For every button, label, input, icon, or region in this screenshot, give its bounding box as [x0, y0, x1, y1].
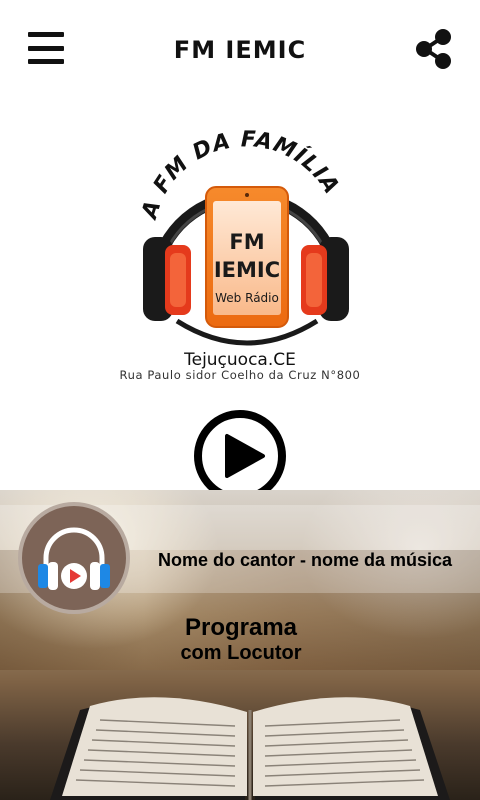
logo-address: Rua Paulo sidor Coelho da Cruz N°800: [119, 368, 361, 382]
app-title: FM IEMIC: [173, 36, 307, 64]
station-logo: A FM DA FAMÍLIA FM IEMIC Web Rádio: [137, 127, 349, 346]
program-info: Programa com Locutor: [130, 615, 352, 665]
headphones-icon: [38, 527, 110, 590]
app-screen: FM IEMIC A FM DA FAMÍLIA FM IEMIC Web Rá…: [0, 0, 480, 800]
share-button[interactable]: [414, 28, 454, 70]
logo-city: Tejuçuoca.CE: [184, 350, 296, 370]
now-playing-song: Nome do cantor - nome da música: [158, 550, 453, 570]
logo-name-line1: FM: [229, 230, 264, 254]
play-button[interactable]: [193, 409, 287, 503]
open-bible-image: [50, 697, 450, 800]
share-icon: [416, 29, 451, 69]
play-icon: [194, 410, 286, 502]
logo-name-line2: IEMIC: [214, 258, 280, 282]
logo-subtitle: Web Rádio: [215, 291, 279, 305]
program-title: Programa: [184, 614, 298, 641]
program-host: com Locutor: [180, 642, 302, 664]
top-bar: FM IEMIC: [0, 0, 480, 100]
station-avatar: [18, 502, 130, 614]
